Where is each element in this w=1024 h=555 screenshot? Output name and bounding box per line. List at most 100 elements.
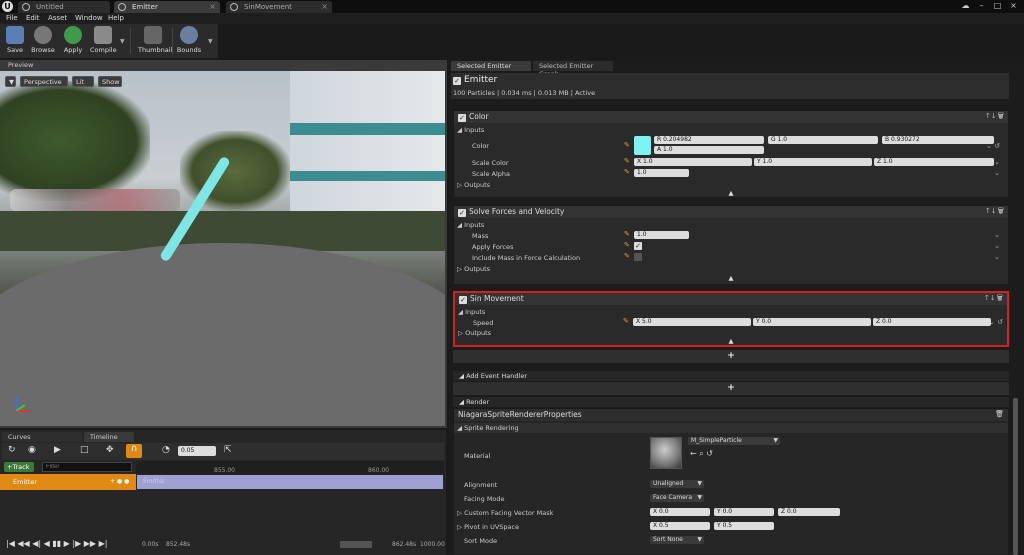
track-options-icon[interactable]: + ● ● [110,478,129,485]
material-thumbnail[interactable] [650,437,682,469]
snap-icon[interactable]: ∩ [126,444,142,458]
edit-icon[interactable]: ✎ [624,242,630,249]
emitter-track-row[interactable]: Emitter + ● ● [0,474,136,490]
cursor-icon[interactable]: ⇱ [224,445,232,455]
solve-enable-checkbox[interactable]: ✓ [458,209,466,217]
emitter-enable-checkbox[interactable]: ✓ [453,77,461,85]
pivot-x-field[interactable]: X 0.5 [650,522,710,530]
collapse-arrow-icon[interactable]: ◢ [459,398,464,406]
menu-file[interactable]: File [6,13,18,24]
clock-icon[interactable]: ◔ [162,445,170,455]
color-a-field[interactable]: A 1.0 [654,146,764,154]
thumbnail-button[interactable]: Thumbnail [138,26,172,56]
sin-enable-checkbox[interactable]: ✓ [459,296,467,304]
viewport-options-button[interactable]: ▼ [5,76,16,87]
mass-field[interactable]: 1.0 [634,231,689,239]
pivot-y-field[interactable]: Y 0.5 [714,522,774,530]
color-r-field[interactable]: R 0.204982 [654,136,764,144]
dropdown-icon[interactable]: ⌄ [994,169,1000,177]
sprite-rendering-expander[interactable]: ◢ Sprite Rendering [457,424,519,432]
tab-sinmovement[interactable]: SinMovement × [226,1,332,13]
menu-asset[interactable]: Asset [48,13,67,24]
compile-button[interactable]: Compile [90,26,117,56]
play-options-icon[interactable]: ▶ [54,445,61,455]
module-order-icon[interactable]: 🡑 🡓 🗑 [986,207,1004,218]
maximize-icon[interactable]: □ [990,0,1005,12]
collapse-icon[interactable]: ▲ [455,337,1007,347]
help-icon[interactable]: ☁ [958,0,973,12]
details-scrollbar[interactable] [1013,398,1018,555]
speed-z-field[interactable]: Z 0.0 [873,318,991,326]
edit-icon[interactable]: ✎ [624,253,630,260]
material-dropdown[interactable]: M_SimpleParticle ▼ [688,437,780,445]
perspective-button[interactable]: Perspective [20,76,68,87]
show-button[interactable]: Show [98,76,122,87]
camera-icon[interactable]: ◉ [28,445,36,455]
speed-x-field[interactable]: X 5.0 [633,318,751,326]
tab-untitled[interactable]: Untitled [18,1,110,13]
edit-icon[interactable]: ✎ [624,231,630,238]
color-g-field[interactable]: G 1.0 [768,136,878,144]
time-step-field[interactable]: 0.05 [178,446,216,456]
tab-selected-emitter[interactable]: Selected Emitter [451,61,531,71]
inputs-expander[interactable]: ◢ Inputs [457,126,484,134]
tab-curves[interactable]: Curves [2,432,82,442]
collapse-icon[interactable]: ▲ [454,189,1008,199]
reset-icon[interactable]: ⌄ ↺ [989,318,1003,326]
edit-icon[interactable]: ✎ [624,142,630,149]
viewport[interactable] [0,71,445,426]
lit-button[interactable]: Lit [72,76,94,87]
dropdown-icon[interactable]: ⌄ [994,231,1000,239]
dropdown-icon[interactable]: ⌄ [994,242,1000,250]
collapse-arrow-icon[interactable]: ◢ [459,372,464,380]
edit-icon[interactable]: ✎ [623,318,629,325]
color-swatch[interactable] [634,136,651,155]
module-order-icon[interactable]: 🡑 🡓 🗑 [985,294,1003,305]
stop-options-icon[interactable]: □ [80,445,89,455]
minimize-icon[interactable]: – [974,0,989,12]
collapse-icon[interactable]: ▲ [454,274,1008,284]
track-filter-input[interactable] [42,462,132,472]
sort-mode-dropdown[interactable]: Sort None ▼ [650,536,704,544]
dropdown-icon[interactable]: ⌄ [994,253,1000,261]
scale-color-z-field[interactable]: Z 1.0 [874,158,994,166]
close-icon[interactable]: × [209,2,216,11]
menu-window[interactable]: Window [75,13,103,24]
edit-icon[interactable]: ✎ [624,158,630,165]
color-b-field[interactable]: B 0.930272 [882,136,994,144]
color-enable-checkbox[interactable]: ✓ [458,114,466,122]
tab-emitter[interactable]: Emitter × [114,1,220,13]
emitter-timeline-bar[interactable]: Emitter [137,475,443,489]
scale-color-x-field[interactable]: X 1.0 [634,158,752,166]
move-icon[interactable]: ✥ [106,445,114,455]
apply-forces-checkbox[interactable]: ✓ [634,242,642,250]
pivot-expander[interactable]: ▷ Pivot in UVSpace [457,523,519,531]
scale-color-y-field[interactable]: Y 1.0 [754,158,872,166]
add-track-button[interactable]: +Track [4,462,34,472]
alignment-dropdown[interactable]: Unaligned ▼ [650,480,704,488]
dropdown-icon[interactable]: ⌄ [994,158,1000,166]
compile-dropdown-icon[interactable]: ▼ [120,38,125,45]
bounds-dropdown-icon[interactable]: ▼ [208,38,213,45]
bounds-button[interactable]: Bounds [176,26,202,56]
menu-help[interactable]: Help [108,13,124,24]
add-module-button[interactable]: + [453,350,1009,363]
menu-edit[interactable]: Edit [26,13,40,24]
scale-alpha-field[interactable]: 1.0 [634,169,689,177]
outputs-expander[interactable]: ▷ Outputs [458,329,491,337]
scrub-bar[interactable] [340,541,372,548]
inputs-expander[interactable]: ◢ Inputs [458,308,485,316]
close-window-icon[interactable]: × [1006,0,1021,12]
delete-icon[interactable]: 🗑 [995,410,1004,418]
inputs-expander[interactable]: ◢ Inputs [457,221,484,229]
facing-mode-dropdown[interactable]: Face Camera ▼ [650,494,704,502]
add-event-handler-button[interactable]: + [453,382,1009,395]
tab-preview[interactable]: Preview [2,60,68,70]
cfv-x-field[interactable]: X 0.0 [650,508,710,516]
save-button[interactable]: Save [2,26,28,56]
cfv-z-field[interactable]: Z 0.0 [778,508,840,516]
reset-icon[interactable]: ⌄ ↺ [986,142,1000,150]
refresh-icon[interactable]: ↻ [8,445,16,455]
module-order-icon[interactable]: 🡑 🡓 🗑 [986,112,1004,123]
browse-material-icon[interactable]: ← ⌕ ↺ [690,449,713,459]
